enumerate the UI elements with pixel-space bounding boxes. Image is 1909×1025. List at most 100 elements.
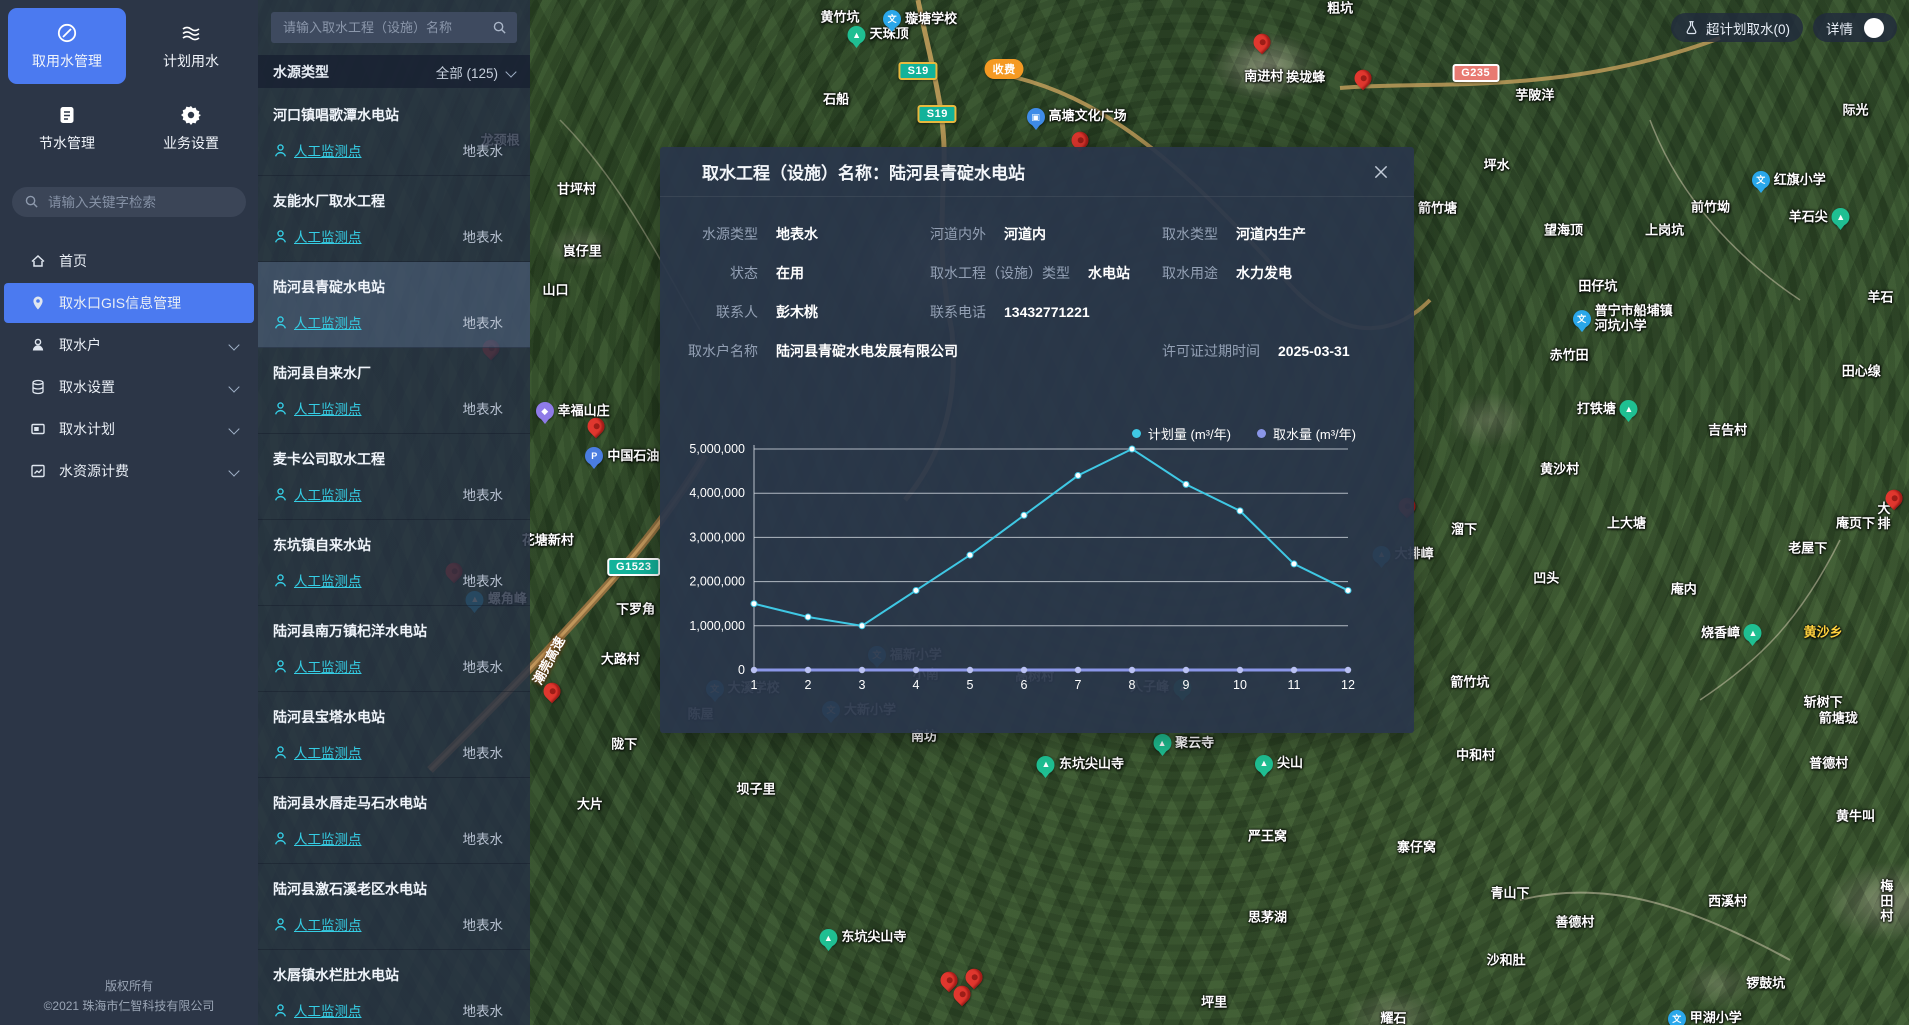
manual-monitor-link[interactable]: 人工监测点 — [273, 312, 362, 332]
sidebar-item-5[interactable]: 取水计划 — [4, 409, 254, 449]
manual-monitor-link[interactable]: 人工监测点 — [273, 398, 362, 418]
sidebar-item-label: 取水户 — [59, 335, 101, 355]
sidebar-item-label: 取水口GIS信息管理 — [59, 293, 181, 313]
module-2[interactable]: 计划用水 — [132, 8, 250, 84]
station-list-item[interactable]: 陆河县激石溪老区水电站人工监测点地表水 — [258, 864, 530, 950]
module-4[interactable]: 业务设置 — [132, 90, 250, 166]
map-label-text: 寨仔窝 — [1397, 840, 1436, 855]
green-poi-icon[interactable]: ▲ — [1037, 756, 1055, 774]
map-label-place: 老屋下 — [1788, 542, 1827, 557]
map-label-text: 黄沙村 — [1540, 463, 1579, 478]
map-label-text: 耀石 — [1381, 1011, 1407, 1025]
sidebar-search-input[interactable] — [12, 187, 246, 217]
map-label-text: 打铁塘 — [1577, 402, 1616, 417]
close-icon[interactable] — [1372, 163, 1390, 181]
station-list-item[interactable]: 麦卡公司取水工程人工监测点地表水 — [258, 434, 530, 520]
manual-monitor-link[interactable]: 人工监测点 — [273, 484, 362, 504]
green-poi-icon[interactable]: ▲ — [819, 929, 837, 947]
map-label-text: 溜下 — [1451, 522, 1477, 537]
map-label-text: 前竹坳 — [1691, 201, 1730, 216]
station-name: 陆河县南万镇杞洋水电站 — [273, 621, 515, 641]
manual-monitor-link[interactable]: 人工监测点 — [273, 226, 362, 246]
station-list-item[interactable]: 东坑镇自来水站人工监测点地表水 — [258, 520, 530, 606]
field-pair: 许可证过期时间2025-03-31 — [1162, 341, 1350, 361]
map-label-text: 粗坑 — [1327, 2, 1353, 17]
over-plan-alert-label: 超计划取水(0) — [1706, 18, 1790, 38]
map-label-place: 田心缐 — [1842, 365, 1881, 380]
sidebar-item-1[interactable]: 首页 — [4, 241, 254, 281]
station-list-item[interactable]: 陆河县自来水厂人工监测点地表水 — [258, 348, 530, 434]
map-label-place: 坝子里 — [736, 783, 775, 798]
manual-monitor-link[interactable]: 人工监测点 — [273, 914, 362, 934]
map-label-text: 聚云寺 — [1175, 736, 1214, 751]
sidebar-search[interactable] — [12, 187, 246, 217]
legend-dot — [1132, 429, 1141, 438]
source-type-filter[interactable]: 水源类型 全部 (125) — [258, 55, 530, 88]
map-label-text: 峎仔里 — [563, 245, 602, 260]
map-label-place: 羊石 — [1867, 291, 1893, 306]
map-label-place: 望海顶 — [1544, 223, 1583, 238]
manual-monitor-link[interactable]: 人工监测点 — [273, 828, 362, 848]
filter-value[interactable]: 全部 (125) — [436, 62, 515, 82]
station-search[interactable] — [271, 12, 517, 43]
map-label-place: 沙和肚 — [1487, 954, 1526, 969]
station-list-item[interactable]: 陆河县南万镇杞洋水电站人工监测点地表水 — [258, 606, 530, 692]
map-label-place: 青山下 — [1491, 886, 1530, 901]
school-poi-icon[interactable]: 文 — [883, 10, 901, 28]
station-search-input[interactable] — [271, 12, 517, 43]
map-label-text: 山口 — [543, 284, 569, 299]
field-row: 联系人彭木桃联系电话13432771221 — [660, 292, 1414, 331]
manual-monitor-link[interactable]: 人工监测点 — [273, 570, 362, 590]
station-list-item[interactable]: 水唇镇水栏肚水电站人工监测点地表水 — [258, 950, 530, 1025]
green-poi-icon[interactable]: ▲ — [1832, 208, 1850, 226]
map-label-green: ▲天珠顶 — [848, 26, 909, 44]
station-list-item[interactable]: 陆河县宝塔水电站人工监测点地表水 — [258, 692, 530, 778]
detail-toggle-knob[interactable] — [1864, 18, 1884, 38]
svg-text:4,000,000: 4,000,000 — [689, 486, 745, 500]
person-icon — [273, 143, 288, 158]
map-label-text: 羊石尖 — [1789, 210, 1828, 225]
red-map-pin[interactable] — [1351, 66, 1375, 90]
map-label-text: 箭竹坑 — [1450, 675, 1489, 690]
plaza-poi-icon[interactable]: ▣ — [1027, 108, 1045, 126]
water-source-type: 地表水 — [463, 570, 516, 590]
green-poi-icon[interactable]: ▲ — [1620, 400, 1638, 418]
green-poi-icon[interactable]: ▲ — [848, 26, 866, 44]
map-label-place: 石船 — [823, 93, 849, 108]
person-icon — [273, 401, 288, 416]
manual-monitor-link[interactable]: 人工监测点 — [273, 656, 362, 676]
station-name: 友能水厂取水工程 — [273, 191, 515, 211]
over-plan-alert-button[interactable]: 超计划取水(0) — [1671, 13, 1803, 42]
school-poi-icon[interactable]: 文 — [1752, 171, 1770, 189]
station-name: 陆河县宝塔水电站 — [273, 707, 515, 727]
manual-monitor-link[interactable]: 人工监测点 — [273, 1000, 362, 1020]
green-poi-icon[interactable]: ▲ — [1255, 755, 1273, 773]
school-poi-icon[interactable]: 文 — [1668, 1010, 1686, 1025]
field-label: 联系电话 — [930, 302, 986, 322]
station-name: 陆河县青碇水电站 — [273, 277, 515, 297]
green-poi-icon[interactable]: ▲ — [1153, 734, 1171, 752]
school-poi-icon[interactable]: 文 — [1573, 310, 1591, 328]
green-poi-icon[interactable]: ▲ — [1744, 624, 1762, 642]
resort-poi-icon[interactable]: ◆ — [536, 402, 554, 420]
station-list-item[interactable]: 陆河县水唇走马石水电站人工监测点地表水 — [258, 778, 530, 864]
station-list-item[interactable]: 河口镇唱歌潭水电站人工监测点地表水 — [258, 90, 530, 176]
sidebar-item-4[interactable]: 取水设置 — [4, 367, 254, 407]
red-map-pin[interactable] — [1250, 30, 1274, 54]
module-1[interactable]: 取用水管理 — [8, 8, 126, 84]
sidebar-item-6[interactable]: 水资源计费 — [4, 451, 254, 491]
sidebar-item-2[interactable]: 取水口GIS信息管理 — [4, 283, 254, 323]
manual-monitor-link[interactable]: 人工监测点 — [273, 140, 362, 160]
detail-toggle[interactable]: 详情 — [1813, 13, 1897, 42]
map-label-green: 烧香嶂▲ — [1701, 624, 1762, 642]
station-list-item[interactable]: 陆河县青碇水电站人工监测点地表水 — [258, 262, 530, 348]
gas-poi-icon[interactable]: P — [585, 447, 603, 465]
svg-text:3: 3 — [859, 678, 866, 692]
svg-text:6: 6 — [1021, 678, 1028, 692]
station-name: 麦卡公司取水工程 — [273, 449, 515, 469]
sidebar-item-3[interactable]: 取水户 — [4, 325, 254, 365]
station-list-item[interactable]: 友能水厂取水工程人工监测点地表水 — [258, 176, 530, 262]
water-source-type: 地表水 — [463, 914, 516, 934]
manual-monitor-link[interactable]: 人工监测点 — [273, 742, 362, 762]
module-3[interactable]: 节水管理 — [8, 90, 126, 166]
